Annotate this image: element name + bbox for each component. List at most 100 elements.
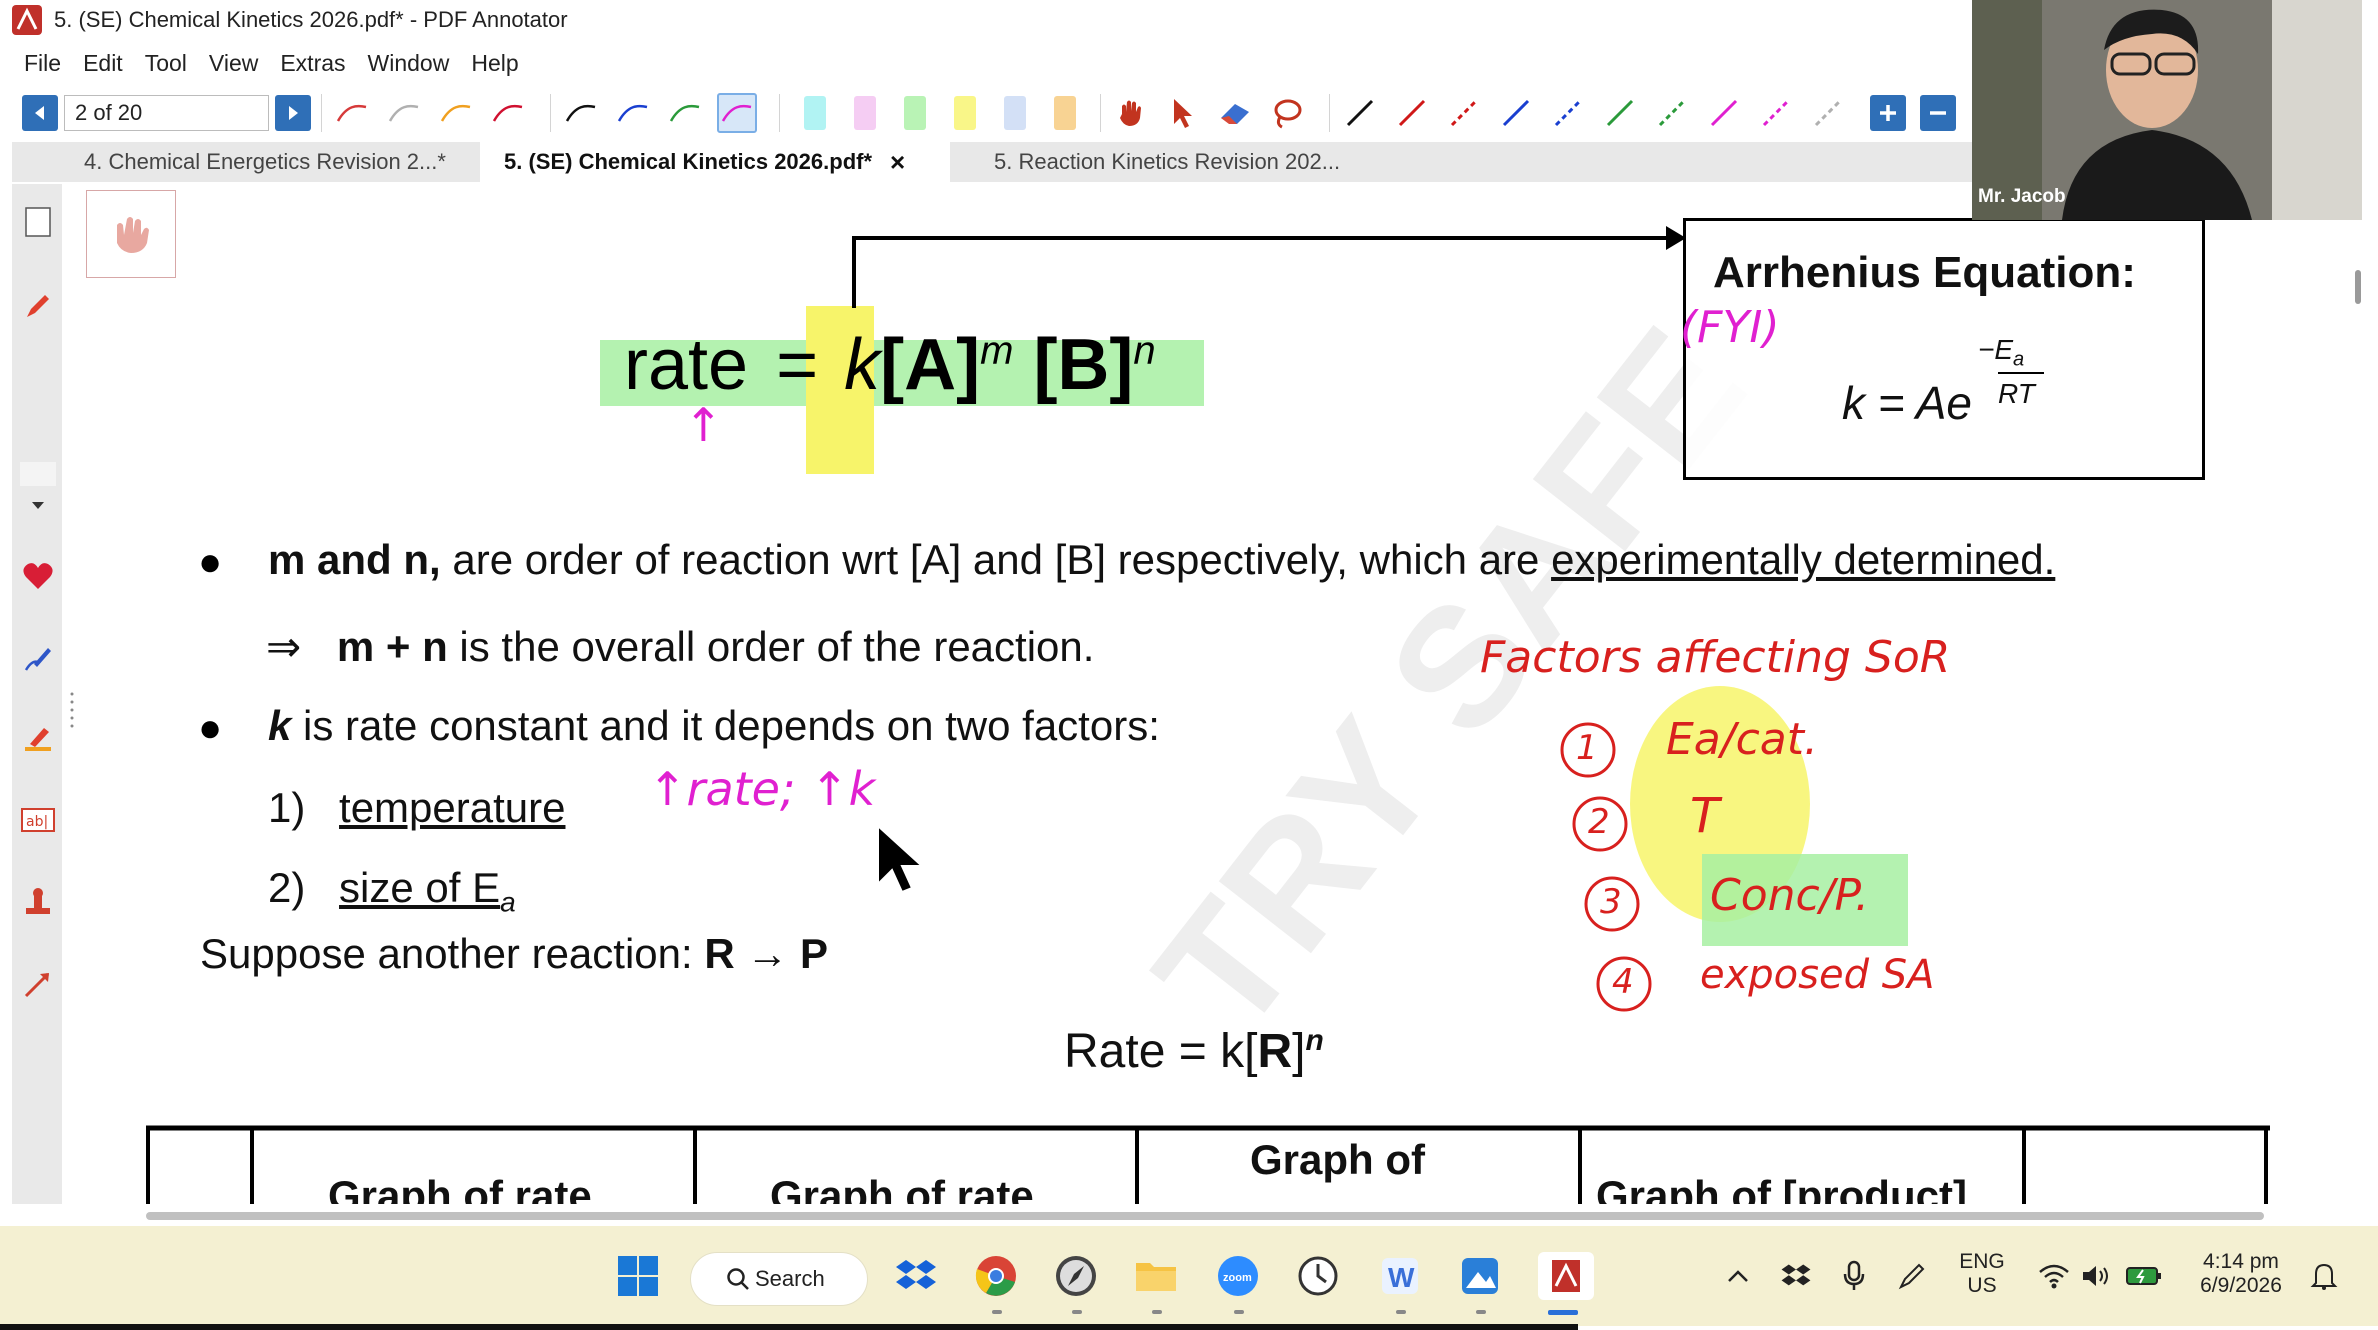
pen-tool-gray[interactable] xyxy=(384,93,424,133)
notification-bell-icon[interactable] xyxy=(2300,1252,2348,1300)
arrhenius-exponent: −Ea xyxy=(1978,334,2025,371)
line-tool-black[interactable] xyxy=(1340,93,1380,133)
handwritten-factors-title: Factors affecting SoR xyxy=(1480,632,1951,683)
menu-edit[interactable]: Edit xyxy=(83,50,123,77)
photos-icon[interactable] xyxy=(1456,1252,1504,1300)
handwritten-number: 2 xyxy=(1588,802,1610,842)
zoom-out-button[interactable] xyxy=(1920,95,1956,131)
highlighter-icon[interactable] xyxy=(20,720,56,756)
wifi-icon[interactable] xyxy=(2030,1252,2078,1300)
dropbox-icon[interactable] xyxy=(892,1252,940,1300)
line-tool-magenta[interactable] xyxy=(1704,93,1744,133)
microphone-icon[interactable] xyxy=(1830,1252,1878,1300)
zoom-in-button[interactable] xyxy=(1870,95,1906,131)
language-indicator[interactable]: ENG US xyxy=(1950,1250,2014,1298)
pen-tool-blue[interactable] xyxy=(613,93,653,133)
highlighter-pink[interactable] xyxy=(854,96,876,130)
handwritten-ea-cat: Ea/cat. xyxy=(1666,714,1818,765)
line-tool-green[interactable] xyxy=(1600,93,1640,133)
pen-tray-icon[interactable] xyxy=(1888,1252,1936,1300)
pen-tool-green[interactable] xyxy=(665,93,705,133)
line-tool-red[interactable] xyxy=(1392,93,1432,133)
handwritten-rate-k: ↑rate; ↑k xyxy=(648,762,876,816)
pen-tool-magenta[interactable] xyxy=(717,93,757,133)
taskbar-search[interactable]: Search xyxy=(690,1252,868,1306)
text-box-icon[interactable]: ab| xyxy=(20,802,56,838)
highlighter-blue[interactable] xyxy=(1004,96,1026,130)
select-tool[interactable] xyxy=(1163,93,1203,133)
clock-app-icon[interactable] xyxy=(1294,1252,1342,1300)
stamp-icon[interactable] xyxy=(20,884,56,920)
dashed-line-tool-magenta[interactable] xyxy=(1756,93,1796,133)
windows-start-icon[interactable] xyxy=(614,1252,662,1300)
menu-file[interactable]: File xyxy=(24,50,61,77)
zoom-app-icon[interactable]: zoom xyxy=(1214,1252,1262,1300)
running-indicator xyxy=(1396,1310,1406,1314)
highlighter-orange[interactable] xyxy=(1054,96,1076,130)
scrollbar-thumb[interactable] xyxy=(2355,270,2361,304)
blank-page-icon[interactable] xyxy=(20,204,56,240)
file-explorer-icon[interactable] xyxy=(1132,1252,1180,1300)
pdf-page[interactable]: TRY SAFE rate = k[A]m [B]n ● m and n, ar… xyxy=(80,184,2340,1204)
tab-chemical-energetics[interactable]: 4. Chemical Energetics Revision 2...* xyxy=(60,142,480,182)
vertical-scrollbar[interactable] xyxy=(2343,184,2373,1204)
toolbar-separator xyxy=(1329,94,1330,132)
line-tool-blue[interactable] xyxy=(1496,93,1536,133)
toolbar: 2 of 20 xyxy=(0,88,1975,138)
menu-window[interactable]: Window xyxy=(368,50,450,77)
marker-icon[interactable] xyxy=(20,288,56,324)
eraser-tool[interactable] xyxy=(1215,93,1255,133)
tab-reaction-kinetics[interactable]: 5. Reaction Kinetics Revision 202... xyxy=(970,142,1410,182)
pen-tool-crimson[interactable] xyxy=(488,93,528,133)
sidebar-scroll-up[interactable] xyxy=(20,462,56,486)
toolbar-separator xyxy=(321,94,322,132)
highlighter-yellow[interactable] xyxy=(954,96,976,130)
close-tab-icon[interactable]: × xyxy=(890,147,905,178)
chevron-down-icon[interactable] xyxy=(20,494,56,518)
hand-tool[interactable] xyxy=(1111,93,1151,133)
battery-charging-icon[interactable] xyxy=(2120,1252,2168,1300)
chrome-icon[interactable] xyxy=(972,1252,1020,1300)
menu-view[interactable]: View xyxy=(209,50,258,77)
speaker-icon[interactable] xyxy=(2072,1252,2120,1300)
rate-word: rate xyxy=(624,325,749,405)
tab-chemical-kinetics[interactable]: 5. (SE) Chemical Kinetics 2026.pdf* × xyxy=(480,142,950,182)
sidebar-resize-grip[interactable] xyxy=(70,690,74,730)
pdf-annotator-taskbar-icon[interactable] xyxy=(1538,1252,1594,1300)
dropbox-tray-icon[interactable] xyxy=(1772,1252,1820,1300)
menu-tool[interactable]: Tool xyxy=(145,50,187,77)
dashed-line-tool-blue[interactable] xyxy=(1548,93,1588,133)
page-number-field[interactable]: 2 of 20 xyxy=(64,95,269,131)
pen-icon[interactable] xyxy=(20,640,56,676)
running-indicator xyxy=(992,1310,1002,1314)
toolbar-separator xyxy=(1100,94,1101,132)
safari-compass-icon[interactable] xyxy=(1052,1252,1100,1300)
dashed-line-tool-green[interactable] xyxy=(1652,93,1692,133)
menu-help[interactable]: Help xyxy=(471,50,518,77)
running-indicator xyxy=(1152,1310,1162,1314)
highlighter-cyan[interactable] xyxy=(804,96,826,130)
arrhenius-title: Arrhenius Equation: xyxy=(1713,248,2136,297)
lasso-tool[interactable] xyxy=(1267,93,1307,133)
dashed-line-tool-red[interactable] xyxy=(1444,93,1484,133)
system-clock[interactable]: 4:14 pm 6/9/2026 xyxy=(2186,1250,2296,1298)
arrow-annotation-icon[interactable] xyxy=(20,966,56,1002)
table-header-4: Graph of xyxy=(1250,1136,1425,1183)
pen-tool-red[interactable] xyxy=(332,93,372,133)
menu-bar: File Edit Tool View Extras Window Help xyxy=(0,44,541,82)
highlighter-green[interactable] xyxy=(904,96,926,130)
chevron-up-icon[interactable] xyxy=(1714,1252,1762,1300)
heart-icon[interactable] xyxy=(20,558,56,594)
next-page-button[interactable] xyxy=(275,95,311,131)
factor-temperature: 1) temperature xyxy=(268,784,565,832)
horizontal-scrollbar[interactable] xyxy=(146,1212,2264,1220)
previous-page-button[interactable] xyxy=(22,95,58,131)
menu-extras[interactable]: Extras xyxy=(280,50,345,77)
dashed-line-tool-gray[interactable] xyxy=(1808,93,1848,133)
pen-tool-orange[interactable] xyxy=(436,93,476,133)
overall-bold: m + n xyxy=(336,623,448,670)
word-icon[interactable]: W xyxy=(1376,1252,1424,1300)
document-tabs: 4. Chemical Energetics Revision 2...* 5.… xyxy=(12,142,1972,182)
annotation-hand-thumbnail[interactable] xyxy=(86,190,176,278)
pen-tool-black[interactable] xyxy=(561,93,601,133)
